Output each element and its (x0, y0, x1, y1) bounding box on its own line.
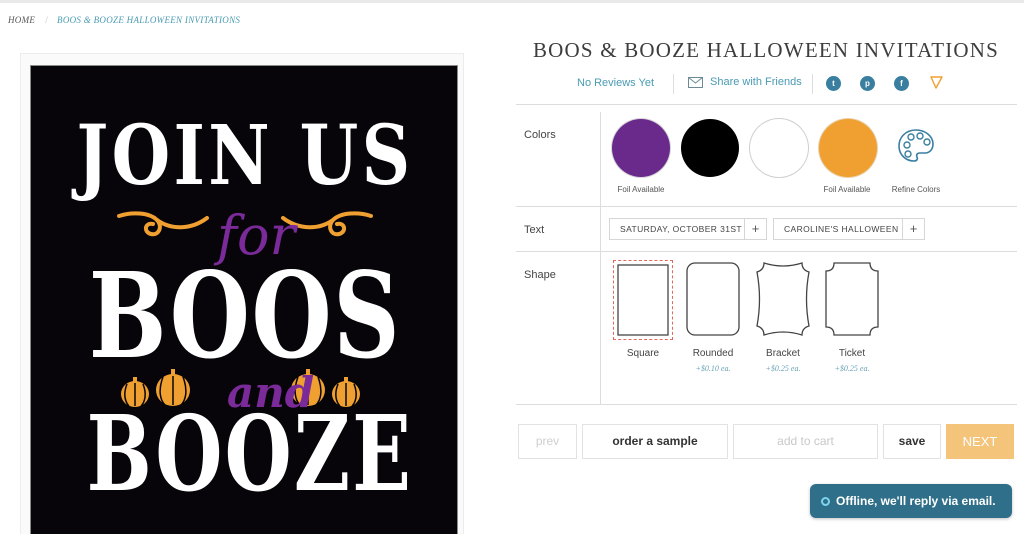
text-field-date[interactable]: SATURDAY, OCTOBER 31ST (609, 218, 745, 240)
color-swatch-orange[interactable] (819, 119, 877, 177)
breadcrumb: HOME / BOOS & BOOZE HALLOWEEN INVITATIONS (8, 15, 240, 25)
add-to-cart-button[interactable]: add to cart (733, 424, 878, 459)
meta-divider (673, 74, 674, 94)
section-divider (516, 104, 1017, 105)
color-swatch-white[interactable] (750, 119, 808, 177)
section-divider (516, 251, 1017, 252)
square-shape-icon (617, 264, 669, 336)
order-sample-button[interactable]: order a sample (582, 424, 728, 459)
breadcrumb-home-link[interactable]: HOME (8, 15, 35, 25)
chat-status-text: Offline, we'll reply via email. (836, 494, 996, 508)
shape-option-bracket[interactable] (754, 260, 814, 340)
shape-price-bracket: +$0.25 ea. (765, 364, 801, 373)
breadcrumb-current[interactable]: BOOS & BOOZE HALLOWEEN INVITATIONS (57, 15, 240, 25)
section-divider (516, 206, 1017, 207)
facebook-icon[interactable]: f (894, 76, 909, 91)
add-text-name-button[interactable]: + (903, 218, 925, 240)
shape-name-rounded: Rounded (692, 348, 734, 359)
invitation-preview: JOIN US for BOOS and BOOZE (30, 65, 458, 534)
section-divider (516, 404, 1017, 405)
foil-available-label: Foil Available (617, 185, 665, 194)
top-border (0, 0, 1024, 3)
orange-swirl-right (281, 211, 373, 237)
save-tag-icon[interactable] (930, 76, 943, 89)
rounded-shape-icon (686, 262, 740, 336)
shape-price-rounded: +$0.10 ea. (695, 364, 731, 373)
ticket-shape-icon (825, 262, 879, 336)
bracket-shape-icon (756, 262, 810, 336)
color-swatch-black[interactable] (681, 119, 739, 177)
text-field-name[interactable]: CAROLINE'S HALLOWEEN (773, 218, 903, 240)
preview-text-join-us: JOIN US (76, 108, 414, 204)
shape-name-ticket: Ticket (838, 348, 866, 359)
preview-text-boos: BOOS (88, 246, 402, 385)
palette-icon[interactable] (897, 128, 935, 164)
breadcrumb-separator: / (45, 15, 49, 25)
colors-label: Colors (524, 129, 556, 141)
share-label: Share with Friends (710, 76, 802, 88)
share-with-friends-link[interactable]: Share with Friends (688, 76, 802, 88)
chat-widget[interactable]: Offline, we'll reply via email. (810, 484, 1012, 518)
foil-available-label: Foil Available (823, 185, 871, 194)
color-swatch-purple[interactable] (612, 119, 670, 177)
preview-text-booze: BOOZE (86, 392, 414, 515)
orange-swirl-left (117, 211, 209, 237)
add-text-date-button[interactable]: + (745, 218, 767, 240)
twitter-icon[interactable]: t (826, 76, 841, 91)
shape-option-ticket[interactable] (823, 260, 883, 340)
text-label: Text (524, 224, 545, 236)
product-title: BOOS & BOOZE HALLOWEEN INVITATIONS (532, 38, 1000, 62)
save-button[interactable]: save (883, 424, 941, 459)
prev-button[interactable]: prev (518, 424, 577, 459)
shape-option-square[interactable] (613, 260, 673, 340)
envelope-icon (688, 76, 703, 88)
meta-divider (812, 74, 813, 94)
label-column-divider (600, 112, 601, 404)
refine-colors-link[interactable]: Refine Colors (876, 185, 956, 194)
next-button[interactable]: NEXT (946, 424, 1014, 459)
shape-name-bracket: Bracket (766, 348, 800, 359)
shape-price-ticket: +$0.25 ea. (834, 364, 870, 373)
product-meta-row: No Reviews Yet Share with Friends t p f (516, 74, 1016, 94)
reviews-link[interactable]: No Reviews Yet (577, 77, 654, 89)
shape-name-square: Square (626, 348, 660, 359)
shape-option-rounded[interactable] (684, 260, 744, 340)
pinterest-icon[interactable]: p (860, 76, 875, 91)
status-dot-icon (821, 497, 830, 506)
shape-label: Shape (524, 269, 556, 281)
